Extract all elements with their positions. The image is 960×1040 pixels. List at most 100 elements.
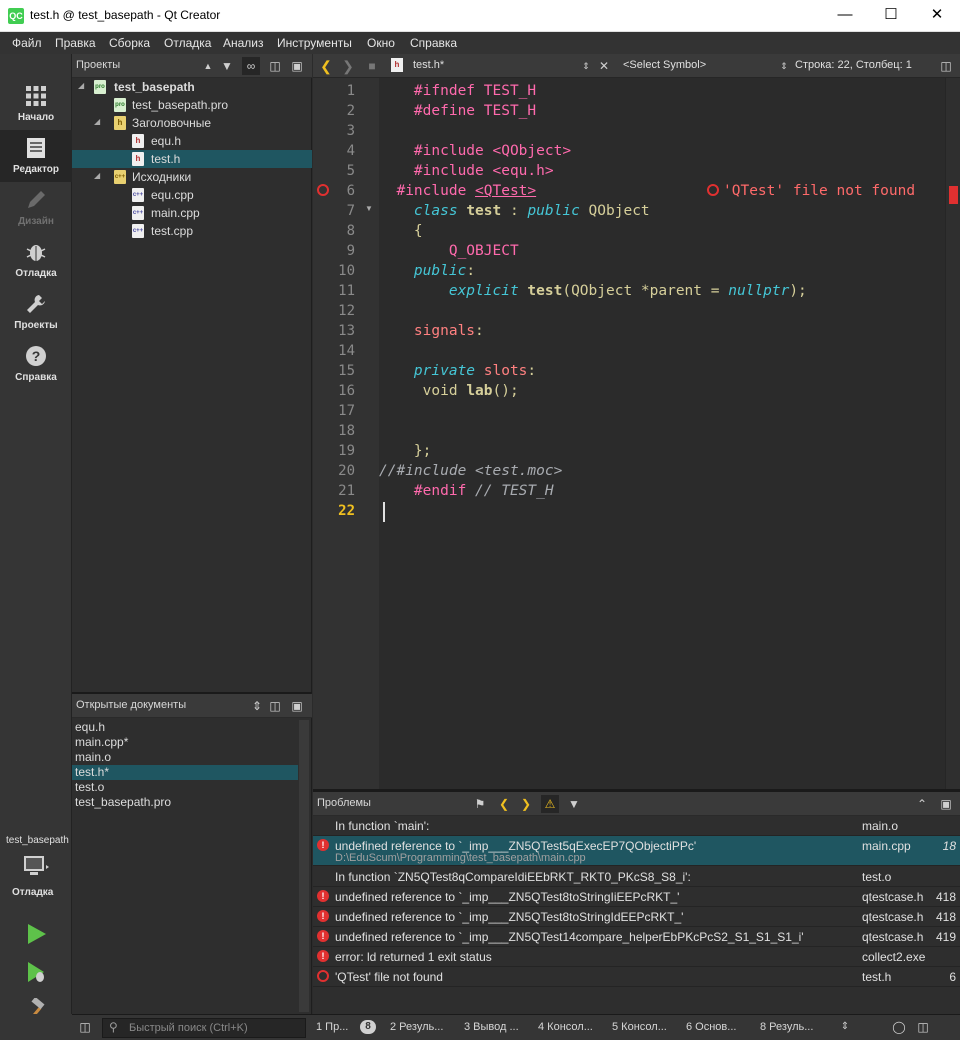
minimize-button[interactable]: — [822,0,868,32]
tree-item-equ-h[interactable]: h equ.h [72,132,312,150]
expand-arrow-icon[interactable]: ◢ [94,171,100,180]
menu-window[interactable]: Окно [367,36,395,50]
filter-icon[interactable]: ▼ [218,57,236,75]
clean-icon[interactable]: ⚑ [471,795,489,813]
header-file-icon: h [132,152,144,166]
close-panel-icon[interactable]: ▣ [288,697,306,715]
forward-arrow-icon[interactable]: ❯ [339,57,357,75]
open-doc-item[interactable]: main.cpp* [72,735,298,750]
split-editor-icon[interactable]: ◫ [937,57,955,75]
problem-row[interactable]: ! undefined reference to `_imp___ZN5QTes… [313,927,960,947]
output-tab-qml-console[interactable]: 5 Консол... [612,1021,667,1033]
run-button[interactable] [24,922,48,949]
mode-welcome[interactable]: Начало [0,78,72,130]
open-doc-item[interactable]: test_basepath.pro [72,795,298,810]
back-arrow-icon[interactable]: ❮ [317,57,335,75]
current-file-name[interactable]: test.h* [413,59,444,71]
maximize-button[interactable]: ☐ [868,0,914,32]
problem-message: undefined reference to `_imp___ZN5QTest8… [335,890,680,904]
expand-arrow-icon[interactable]: ◢ [78,81,84,90]
file-list-arrows-icon[interactable]: ⇕ [577,57,595,75]
tree-item-test-h[interactable]: h test.h [72,150,312,168]
bottom-left-corner [0,1014,72,1040]
open-doc-item[interactable]: main.o [72,750,298,765]
maximize-panel-icon[interactable]: ⌃ [913,795,931,813]
close-panel-icon[interactable]: ▣ [937,795,955,813]
fold-arrow-icon[interactable]: ▼ [365,204,373,213]
tree-item-test-cpp[interactable]: c++ test.cpp [72,222,312,240]
problem-row[interactable]: 'QTest' file not found test.h 6 [313,967,960,987]
editor-scrollbar[interactable] [945,78,960,789]
mode-projects[interactable]: Проекты [0,286,72,338]
mode-debug[interactable]: Отладка [0,234,72,286]
output-tab-general[interactable]: 6 Основ... [686,1021,736,1033]
prev-item-icon[interactable]: ❮ [495,795,513,813]
open-doc-item[interactable]: test.o [72,780,298,795]
mode-editor[interactable]: Редактор [0,130,72,182]
output-tab-app-output[interactable]: 3 Вывод ... [464,1021,519,1033]
tab-label: 1 Пр... [316,1021,349,1033]
close-panel-icon[interactable]: ▣ [288,57,306,75]
error-icon: ! [317,950,329,962]
view-selector-arrows-icon[interactable]: ⇕ [248,697,266,715]
problem-row[interactable]: ! error: ld returned 1 exit status colle… [313,947,960,967]
mode-label: Проекты [14,320,58,331]
problem-row[interactable]: ! undefined reference to `_imp___ZN5QTes… [313,907,960,927]
toggle-right-sidebar-icon[interactable]: ◫ [914,1018,932,1036]
tree-item-project[interactable]: ◢ pro test_basepath [72,78,312,96]
problem-line: 6 [949,970,956,984]
menu-debug[interactable]: Отладка [164,36,211,50]
tree-item-headers-folder[interactable]: ◢ h Заголовочные [72,114,312,132]
split-icon[interactable]: ◫ [266,57,284,75]
close-document-icon[interactable]: ✕ [595,57,613,75]
tree-item-main-cpp[interactable]: c++ main.cpp [72,204,312,222]
tree-item-pro-file[interactable]: pro test_basepath.pro [72,96,312,114]
menu-file[interactable]: Файл [12,36,42,50]
quick-search-input[interactable]: ⚲ Быстрый поиск (Ctrl+K) [102,1018,306,1038]
problem-file: main.cpp [862,839,911,853]
split-icon[interactable]: ◫ [266,697,284,715]
search-icon: ⚲ [109,1020,118,1034]
warning-filter-icon[interactable]: ⚠ [541,795,559,813]
close-button[interactable]: ✕ [914,0,960,32]
menu-build[interactable]: Сборка [109,36,150,50]
output-tab-search-results[interactable]: 2 Резуль... [390,1021,443,1033]
line-number: 7 [346,203,355,219]
toggle-sidebar-icon[interactable]: ◫ [76,1018,94,1036]
cursor-position[interactable]: Строка: 22, Столбец: 1 [795,59,912,71]
view-selector-arrows-icon[interactable]: ▲ [199,57,217,75]
error-marker-icon[interactable] [317,184,329,196]
expand-arrow-icon[interactable]: ◢ [94,117,100,126]
more-tabs-arrows-icon[interactable]: ⇕ [836,1018,854,1036]
text-cursor [383,502,385,522]
filter-icon[interactable]: ▼ [565,795,583,813]
code-editor[interactable]: #ifndef TEST_H #define TEST_H #include <… [379,78,945,789]
tree-item-label: Исходники [132,170,192,184]
mode-design[interactable]: Дизайн [0,182,72,234]
output-tab-compile-output[interactable]: 4 Консол... [538,1021,593,1033]
open-documents-scrollbar[interactable] [299,720,309,1012]
menu-analyze[interactable]: Анализ [223,36,264,50]
debug-run-button[interactable] [24,960,48,987]
output-tab-test-results[interactable]: 8 Резуль... [760,1021,813,1033]
menu-help[interactable]: Справка [410,36,457,50]
mode-help[interactable]: ? Справка [0,338,72,390]
problem-row-selected[interactable]: ! undefined reference to `_imp___ZN5QTes… [313,836,960,866]
menu-edit[interactable]: Правка [55,36,96,50]
tree-item-sources-folder[interactable]: ◢ c++ Исходники [72,168,312,186]
problem-row[interactable]: ! undefined reference to `_imp___ZN5QTes… [313,887,960,907]
symbol-selector[interactable]: <Select Symbol> [623,59,706,71]
kit-selector[interactable] [22,854,50,878]
progress-details-icon[interactable]: ◯ [890,1018,908,1036]
link-icon[interactable]: ∞ [242,57,260,75]
menu-tools[interactable]: Инструменты [277,36,352,50]
next-item-icon[interactable]: ❯ [517,795,535,813]
open-doc-item[interactable]: equ.h [72,720,298,735]
output-tab-problems[interactable]: 1 Пр... [316,1021,348,1033]
open-doc-item-selected[interactable]: test.h* [72,765,298,780]
line-number: 8 [346,223,355,239]
problem-row[interactable]: In function `ZN5QTest8qCompareIdiEEbRKT_… [313,867,960,887]
problem-row[interactable]: In function `main': main.o [313,816,960,836]
symbol-selector-arrows-icon[interactable]: ⇕ [775,57,793,75]
tree-item-equ-cpp[interactable]: c++ equ.cpp [72,186,312,204]
